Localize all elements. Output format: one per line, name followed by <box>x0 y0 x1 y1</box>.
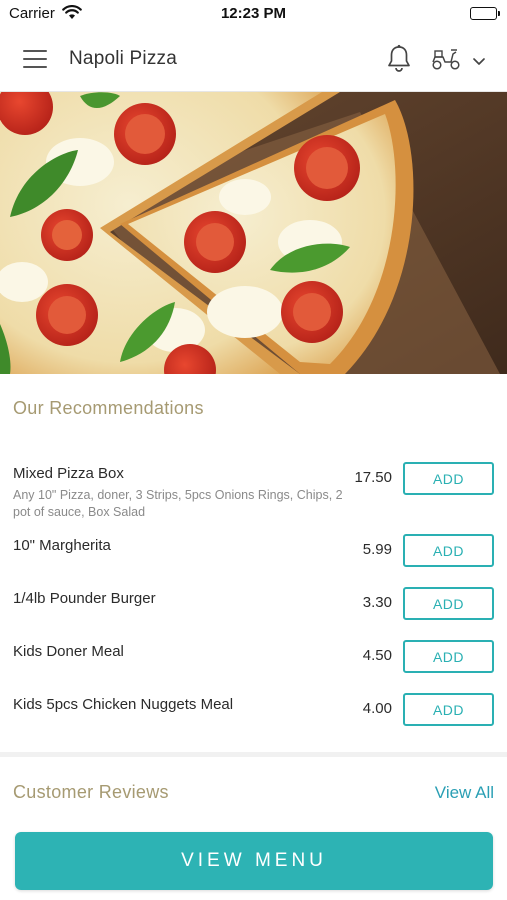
item-price: 5.99 <box>362 541 392 558</box>
clock-time: 12:23 PM <box>220 5 287 22</box>
item-price: 4.50 <box>362 647 392 664</box>
restaurant-title: Napoli Pizza <box>69 48 178 69</box>
scooter-icon[interactable] <box>431 47 461 71</box>
battery-icon <box>470 7 500 20</box>
item-name: 1/4lb Pounder Burger <box>13 590 156 607</box>
add-button[interactable]: ADD <box>403 462 494 495</box>
item-price: 17.50 <box>354 469 392 486</box>
item-price: 4.00 <box>362 700 392 717</box>
chevron-down-icon[interactable] <box>472 54 486 65</box>
view-menu-button[interactable]: VIEW MENU <box>15 832 493 890</box>
add-button[interactable]: ADD <box>403 587 494 620</box>
item-description: Any 10" Pizza, doner, 3 Strips, 5pcs Oni… <box>13 488 343 519</box>
item-name: 10" Margherita <box>13 537 111 554</box>
item-price: 3.30 <box>362 594 392 611</box>
hero-pizza-image <box>0 92 507 374</box>
item-name: Kids Doner Meal <box>13 643 124 660</box>
reviews-title: Customer Reviews <box>13 782 169 802</box>
add-button[interactable]: ADD <box>403 534 494 567</box>
app-header: Napoli Pizza <box>0 28 507 92</box>
add-button[interactable]: ADD <box>403 693 494 726</box>
view-all-link[interactable]: View All <box>435 783 494 803</box>
status-bar: Carrier 12:23 PM <box>0 0 507 28</box>
add-button[interactable]: ADD <box>403 640 494 673</box>
item-name: Kids 5pcs Chicken Nuggets Meal <box>13 696 234 713</box>
recommendations-title: Our Recommendations <box>13 398 204 418</box>
recommendations-section: Our Recommendations Mixed Pizza Box Any … <box>0 374 507 752</box>
hamburger-menu-icon[interactable] <box>23 50 47 70</box>
bell-icon[interactable] <box>386 44 412 74</box>
item-name: Mixed Pizza Box <box>13 465 124 482</box>
